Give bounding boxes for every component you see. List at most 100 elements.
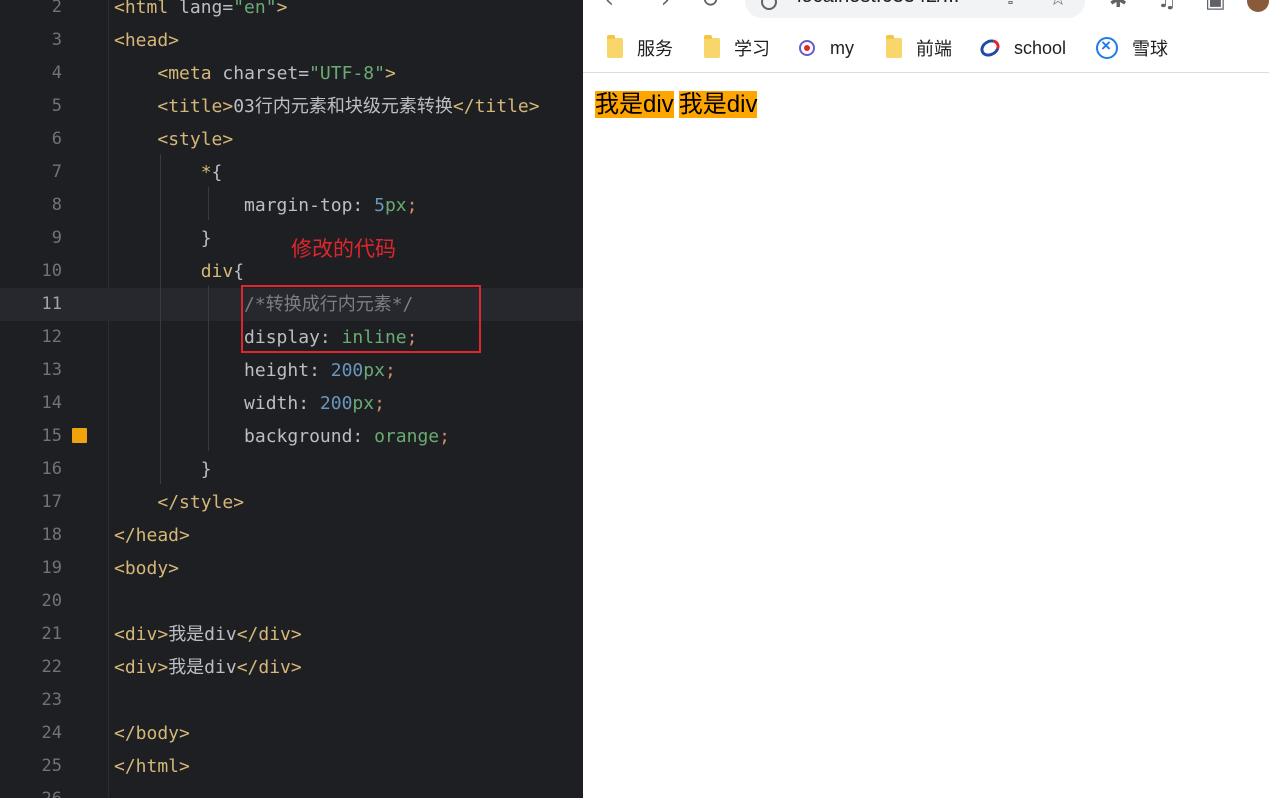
bookmark-label: 服务 xyxy=(637,39,673,59)
code-token: </html> xyxy=(114,756,190,777)
media-icon[interactable]: ♫ xyxy=(1157,0,1177,13)
code-text[interactable]: div{ xyxy=(114,255,244,288)
line-number: 5 xyxy=(51,96,62,116)
bookmark-item[interactable]: 学习 xyxy=(704,28,770,68)
code-editor[interactable]: 2 <html lang="en"> 3 <head> 4 <meta charset=… xyxy=(0,0,583,798)
code-line[interactable]: 8 margin-top: 5px; xyxy=(0,189,583,222)
code-text[interactable]: <style> xyxy=(114,123,233,156)
bookmark-item[interactable]: school xyxy=(978,28,1066,68)
code-line[interactable]: 17 </style> xyxy=(0,486,583,519)
code-line[interactable]: 26 xyxy=(0,783,583,798)
tab-search-icon[interactable]: ▣ xyxy=(1205,0,1226,13)
demo-div: 我是div xyxy=(678,91,758,118)
code-token: </title> xyxy=(452,96,540,117)
back-icon[interactable]: ‹ xyxy=(605,0,614,13)
folder-icon xyxy=(704,35,720,58)
code-line[interactable]: 25 </html> xyxy=(0,750,583,783)
code-token: ; xyxy=(374,393,385,414)
line-number: 18 xyxy=(41,525,62,545)
my-site-icon xyxy=(796,37,818,59)
xueqiu-icon xyxy=(1096,36,1118,59)
code-text[interactable]: width: 200px; xyxy=(114,387,385,420)
line-number: 11 xyxy=(41,294,62,314)
bookmark-label: school xyxy=(1014,37,1067,58)
code-line[interactable]: 16 } xyxy=(0,453,583,486)
code-text[interactable]: background: orange; xyxy=(114,420,450,453)
code-line[interactable]: 2 <html lang="en"> xyxy=(0,0,583,24)
code-line[interactable]: 22 <div>我是div</div> xyxy=(0,651,583,684)
code-token: px xyxy=(384,195,407,216)
code-line[interactable]: 3 <head> xyxy=(0,24,583,57)
code-line[interactable]: 6 <style> xyxy=(0,123,583,156)
code-line[interactable]: 20 xyxy=(0,585,583,618)
code-token: <div> xyxy=(114,657,169,678)
line-number: 4 xyxy=(51,63,62,83)
forward-icon[interactable]: › xyxy=(661,0,670,13)
code-text[interactable]: <head> xyxy=(114,24,179,57)
code-text[interactable]: <body> xyxy=(114,552,179,585)
code-line[interactable]: 7 *{ xyxy=(0,156,583,189)
code-text[interactable]: </head> xyxy=(114,519,190,552)
address-url[interactable]: localhost:63342/... xyxy=(797,0,959,8)
code-token: ; xyxy=(439,426,450,447)
bookmark-item[interactable]: 雪球 xyxy=(1096,28,1168,68)
code-line[interactable]: 24 </body> xyxy=(0,717,583,750)
annotation-label: 修改的代码 xyxy=(291,237,396,261)
bookmark-item[interactable]: my xyxy=(796,28,854,68)
code-token: <div> xyxy=(114,624,169,645)
code-line[interactable]: 15 background: orange; xyxy=(0,420,583,453)
code-text[interactable]: <html lang="en"> xyxy=(114,0,287,24)
code-text[interactable]: height: 200px; xyxy=(114,354,396,387)
address-bar[interactable]: localhost:63342/... ⇪ ☆ xyxy=(745,0,1085,18)
code-text[interactable]: </style> xyxy=(114,486,244,519)
profile-avatar[interactable] xyxy=(1247,0,1269,12)
code-text[interactable]: } xyxy=(114,453,212,486)
code-line[interactable]: 5 <title>03行内元素和块级元素转换</title> xyxy=(0,90,583,123)
bookmark-label: 学习 xyxy=(734,39,770,59)
code-text[interactable]: </body> xyxy=(114,717,190,750)
share-icon[interactable]: ⇪ xyxy=(1003,0,1018,9)
code-text[interactable]: <div>我是div</div> xyxy=(114,651,302,684)
code-text[interactable]: </html> xyxy=(114,750,190,783)
line-number: 21 xyxy=(41,624,62,644)
code-text[interactable]: *{ xyxy=(114,156,223,189)
code-token: px xyxy=(352,393,375,414)
bookmark-label: 雪球 xyxy=(1132,39,1168,59)
reload-icon[interactable]: ↻ xyxy=(701,0,719,13)
code-line[interactable]: 13 height: 200px; xyxy=(0,354,583,387)
code-line[interactable]: 21 <div>我是div</div> xyxy=(0,618,583,651)
code-token: <style> xyxy=(157,129,234,150)
code-line[interactable]: 4 <meta charset="UTF-8"> xyxy=(0,57,583,90)
extensions-icon[interactable]: ✱ xyxy=(1109,0,1127,13)
line-number: 3 xyxy=(51,30,62,50)
code-text[interactable]: <title>03行内元素和块级元素转换</title> xyxy=(114,90,540,123)
code-line[interactable]: 18 </head> xyxy=(0,519,583,552)
code-token: 200 xyxy=(319,393,353,414)
code-text[interactable]: <div>我是div</div> xyxy=(114,618,302,651)
site-info-icon[interactable] xyxy=(761,0,777,10)
indent-guide xyxy=(208,286,209,451)
bookmark-item[interactable]: 前端 xyxy=(886,28,952,68)
code-line[interactable]: 23 xyxy=(0,684,583,717)
code-text[interactable]: <meta charset="UTF-8"> xyxy=(114,57,395,90)
line-number: 10 xyxy=(41,261,62,281)
bookmark-item[interactable]: 服务 xyxy=(607,28,673,68)
bookmark-star-icon[interactable]: ☆ xyxy=(1049,0,1067,10)
code-text[interactable]: } xyxy=(114,222,212,255)
code-token: <html xyxy=(114,0,180,18)
line-number: 20 xyxy=(41,591,62,611)
line-number: 25 xyxy=(41,756,62,776)
code-token: 5 xyxy=(374,195,385,216)
code-token: height: xyxy=(244,360,331,381)
code-token: </div> xyxy=(236,624,302,645)
code-line[interactable]: 19 <body> xyxy=(0,552,583,585)
line-number: 22 xyxy=(41,657,62,677)
color-swatch-icon[interactable] xyxy=(72,428,87,443)
code-line[interactable]: 14 width: 200px; xyxy=(0,387,583,420)
